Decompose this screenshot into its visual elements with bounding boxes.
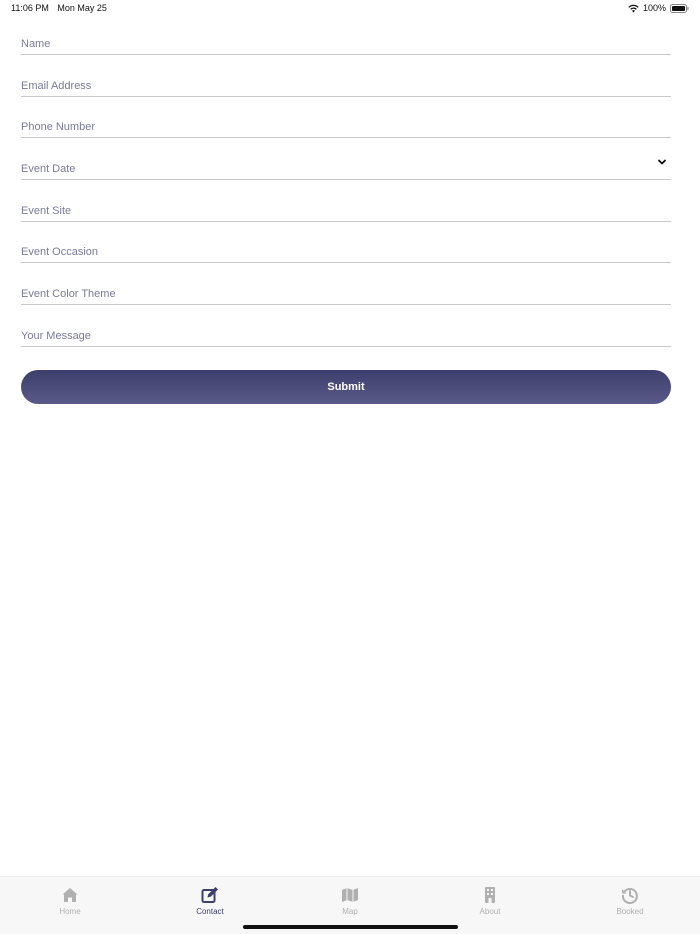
status-right: 100% — [628, 3, 689, 13]
tab-about[interactable]: About — [420, 877, 560, 923]
event-date-field-row — [21, 151, 671, 181]
event-occasion-field-row — [21, 234, 671, 264]
message-field-row — [21, 318, 671, 347]
battery-icon — [670, 3, 689, 13]
tab-map-label: Map — [342, 907, 358, 916]
map-icon — [342, 888, 358, 902]
status-left: 11:06 PM Mon May 25 — [11, 3, 113, 13]
battery-percent: 100% — [642, 3, 666, 13]
submit-button[interactable]: Submit — [21, 370, 671, 404]
tab-map[interactable]: Map — [280, 877, 420, 923]
name-field-row — [21, 26, 671, 55]
contact-screen: 11:06 PM Mon May 25 100% Name Email Addr… — [0, 0, 700, 934]
tab-home[interactable]: Home — [0, 877, 140, 923]
event-occasion-input[interactable] — [21, 246, 671, 259]
home-indicator — [243, 925, 458, 929]
building-icon — [485, 887, 495, 903]
event-site-field-row — [21, 193, 671, 222]
chevron-down-icon[interactable] — [657, 154, 667, 165]
event-color-theme-field-row — [21, 276, 671, 306]
name-input[interactable] — [21, 38, 671, 50]
status-date: Mon May 25 — [57, 3, 107, 13]
tab-contact[interactable]: Contact — [140, 877, 280, 923]
message-input[interactable] — [21, 329, 671, 342]
contact-form — [21, 26, 671, 360]
status-time: 11:06 PM — [11, 3, 49, 13]
edit-icon — [201, 887, 218, 903]
tab-booked[interactable]: Booked — [560, 877, 700, 923]
tab-booked-label: Booked — [616, 907, 644, 916]
home-icon — [62, 888, 78, 902]
phone-field-row — [21, 109, 671, 139]
event-color-theme-input[interactable] — [21, 288, 671, 301]
tab-contact-label: Contact — [196, 907, 224, 916]
history-icon — [621, 888, 638, 904]
tab-about-label: About — [479, 907, 501, 916]
event-date-picker[interactable] — [21, 163, 671, 176]
wifi-icon — [628, 4, 639, 13]
event-site-input[interactable] — [21, 204, 671, 217]
status-bar: 11:06 PM Mon May 25 100% — [0, 0, 700, 18]
phone-input[interactable] — [21, 121, 671, 134]
email-input[interactable] — [21, 79, 671, 92]
email-field-row — [21, 68, 671, 97]
tab-home-label: Home — [59, 907, 81, 916]
